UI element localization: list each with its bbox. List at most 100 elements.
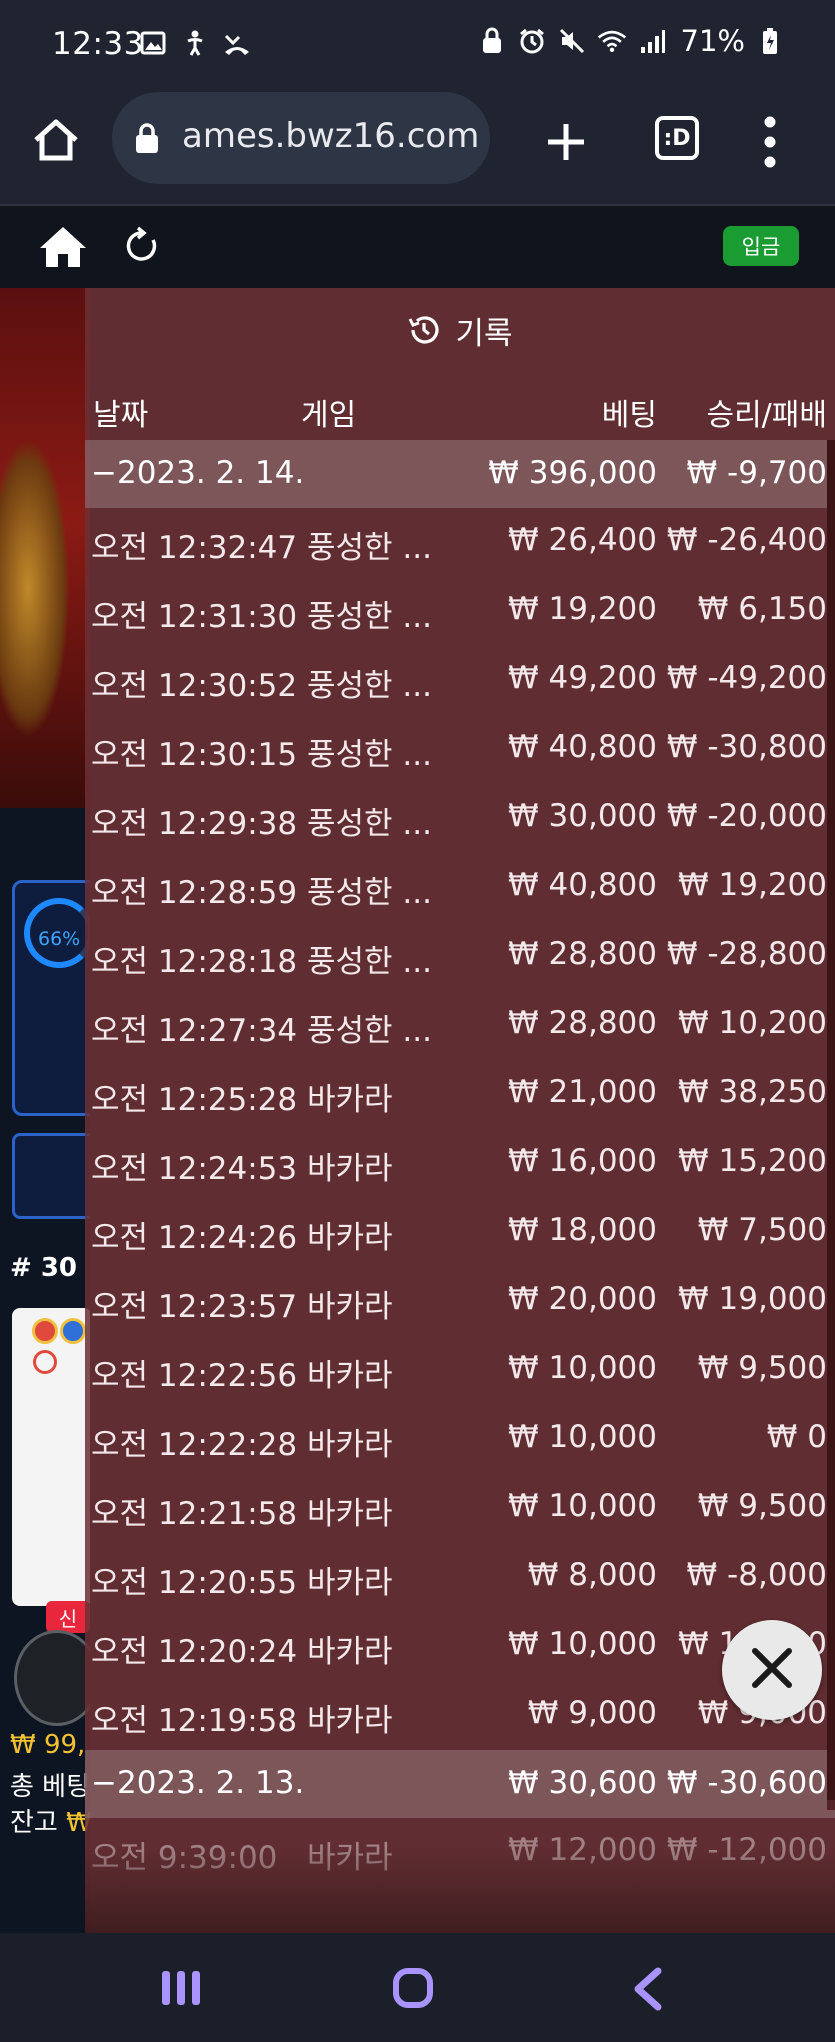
- row-bet: ₩ 18,000: [508, 1212, 657, 1248]
- total-bet-label: 총 베팅: [10, 1772, 90, 1802]
- history-row[interactable]: 오전 12:22:28 바카라 ₩ 10,000 ₩ 0: [85, 1405, 835, 1474]
- game-background: 66% # 30 신 ₩ 99, 총 베팅 잔고 ₩: [0, 288, 90, 1933]
- row-time: 오전 12:29:38: [91, 806, 298, 842]
- history-row[interactable]: 오전 12:30:15 풍성한 ... ₩ 40,800 ₩ -30,800: [85, 715, 835, 784]
- history-row[interactable]: 오전 12:27:34 풍성한 ... ₩ 28,800 ₩ 10,200: [85, 991, 835, 1060]
- row-game: 풍성한 ...: [307, 875, 432, 911]
- accessibility-icon: [180, 28, 210, 58]
- deposit-button[interactable]: 입금: [723, 226, 799, 266]
- game-button[interactable]: [12, 1133, 90, 1219]
- date-group-row[interactable]: −2023. 2. 14. ₩ 396,000 ₩ -9,700: [85, 440, 835, 508]
- more-options-icon[interactable]: [762, 114, 778, 170]
- row-result: ₩ -26,400: [666, 522, 827, 558]
- row-result: ₩ 15,200: [678, 1143, 827, 1179]
- row-time: 오전 12:22:56: [91, 1358, 298, 1394]
- row-game: 풍성한 ...: [307, 668, 432, 704]
- history-icon: [407, 313, 441, 347]
- home-icon[interactable]: [30, 114, 82, 166]
- back-icon[interactable]: [630, 1967, 664, 2011]
- row-time: 오전 12:28:18: [91, 944, 298, 980]
- column-bet: 베팅: [601, 398, 657, 433]
- signal-icon: [637, 26, 667, 56]
- row-time: 오전 12:20:24: [91, 1634, 298, 1670]
- row-game: 풍성한 ...: [307, 599, 432, 635]
- progress-label: 66%: [38, 928, 81, 950]
- row-time: 오전 12:31:30: [91, 599, 298, 635]
- row-game: 풍성한 ...: [307, 530, 432, 566]
- row-time: 오전 12:32:47: [91, 530, 298, 566]
- row-bet: ₩ 10,000: [508, 1626, 657, 1662]
- history-row[interactable]: 오전 12:25:28 바카라 ₩ 21,000 ₩ 38,250: [85, 1060, 835, 1129]
- scrollbar[interactable]: [827, 440, 835, 1810]
- address-bar[interactable]: ames.bwz16.com: [112, 92, 490, 184]
- column-date: 날짜: [93, 398, 149, 433]
- group-total-bet: ₩ 30,600: [508, 1765, 657, 1801]
- history-row[interactable]: 오전 12:23:57 바카라 ₩ 20,000 ₩ 19,000: [85, 1267, 835, 1336]
- close-button[interactable]: [722, 1620, 822, 1720]
- row-game: 풍성한 ...: [307, 737, 432, 773]
- row-game: 바카라: [307, 1358, 393, 1394]
- date-group-row[interactable]: −2023. 2. 13. ₩ 30,600 ₩ -30,600: [85, 1750, 835, 1818]
- row-time: 오전 12:22:28: [91, 1427, 298, 1463]
- status-bar: 12:33 71%: [0, 0, 835, 90]
- row-bet: ₩ 49,200: [508, 660, 657, 696]
- row-game: 바카라: [307, 1289, 393, 1325]
- row-game: 바카라: [307, 1427, 393, 1463]
- site-header: 입금: [0, 206, 835, 288]
- lock-icon: [477, 26, 507, 56]
- row-result: ₩ -28,800: [666, 936, 827, 972]
- balance-label: 잔고 ₩: [10, 1808, 90, 1838]
- history-row[interactable]: 오전 12:31:30 풍성한 ... ₩ 19,200 ₩ 6,150: [85, 577, 835, 646]
- history-row[interactable]: 오전 12:28:59 풍성한 ... ₩ 40,800 ₩ 19,200: [85, 853, 835, 922]
- row-result: ₩ 9,500: [697, 1488, 827, 1524]
- row-bet: ₩ 28,800: [508, 936, 657, 972]
- refresh-icon[interactable]: [122, 226, 162, 266]
- row-time: 오전 12:28:59: [91, 875, 298, 911]
- history-row[interactable]: 오전 12:19:58바카라₩ 9,000₩ 9,000: [85, 1681, 835, 1750]
- new-tab-icon[interactable]: [540, 116, 592, 168]
- url-text: ames.bwz16.com: [182, 116, 480, 156]
- history-row[interactable]: 오전 12:28:18 풍성한 ... ₩ 28,800 ₩ -28,800: [85, 922, 835, 991]
- row-bet: ₩ 10,000: [508, 1350, 657, 1386]
- history-row[interactable]: 오전 12:30:52 풍성한 ... ₩ 49,200 ₩ -49,200: [85, 646, 835, 715]
- history-row[interactable]: 오전 12:24:53 바카라 ₩ 16,000 ₩ 15,200: [85, 1129, 835, 1198]
- row-time: 오전 12:24:53: [91, 1151, 298, 1187]
- history-row[interactable]: 오전 12:20:55 바카라 ₩ 8,000 ₩ -8,000: [85, 1543, 835, 1612]
- row-game: 바카라: [307, 1703, 393, 1739]
- column-game: 게임: [301, 398, 357, 433]
- row-game: 바카라: [307, 1220, 393, 1256]
- row-result: ₩ 6,150: [697, 591, 827, 627]
- row-bet: ₩ 10,000: [508, 1488, 657, 1524]
- chip-button[interactable]: [14, 1630, 90, 1726]
- row-result: ₩ -49,200: [666, 660, 827, 696]
- home-icon[interactable]: [38, 224, 88, 270]
- row-game: 바카라: [307, 1496, 393, 1532]
- recent-apps-icon[interactable]: [160, 1969, 202, 2007]
- history-row[interactable]: 오전 12:21:58 바카라 ₩ 10,000 ₩ 9,500: [85, 1474, 835, 1543]
- row-time: 오전 12:27:34: [91, 1013, 298, 1049]
- panel-header: 기록: [85, 288, 835, 372]
- home-nav-icon[interactable]: [392, 1967, 434, 2009]
- history-row[interactable]: 오전 12:29:38 풍성한 ... ₩ 30,000 ₩ -20,000: [85, 784, 835, 853]
- row-time: 오전 12:21:58: [91, 1496, 298, 1532]
- new-badge: 신: [46, 1601, 90, 1633]
- column-result: 승리/패배: [706, 398, 827, 433]
- group-total-result: ₩ -9,700: [686, 455, 827, 491]
- history-row[interactable]: 오전 12:22:56 바카라 ₩ 10,000 ₩ 9,500: [85, 1336, 835, 1405]
- row-time: 오전 12:25:28: [91, 1082, 298, 1118]
- tab-switcher-button[interactable]: :D: [655, 116, 699, 160]
- history-row[interactable]: 오전 12:32:47 풍성한 ... ₩ 26,400 ₩ -26,400: [85, 508, 835, 577]
- row-game: 풍성한 ...: [307, 1013, 432, 1049]
- row-time: 오전 12:30:52: [91, 668, 298, 704]
- row-bet: ₩ 19,200: [508, 591, 657, 627]
- row-time: 오전 12:19:58: [91, 1703, 298, 1739]
- balance-amount: ₩ 99,: [10, 1730, 86, 1760]
- row-result: ₩ 19,000: [678, 1281, 827, 1317]
- row-bet: ₩ 9,000: [527, 1695, 657, 1731]
- row-bet: ₩ 10,000: [508, 1419, 657, 1455]
- row-game: 바카라: [307, 1151, 393, 1187]
- image-icon: [138, 28, 168, 58]
- row-time: 오전 12:30:15: [91, 737, 298, 773]
- close-icon: [749, 1645, 795, 1695]
- history-row[interactable]: 오전 12:24:26 바카라 ₩ 18,000 ₩ 7,500: [85, 1198, 835, 1267]
